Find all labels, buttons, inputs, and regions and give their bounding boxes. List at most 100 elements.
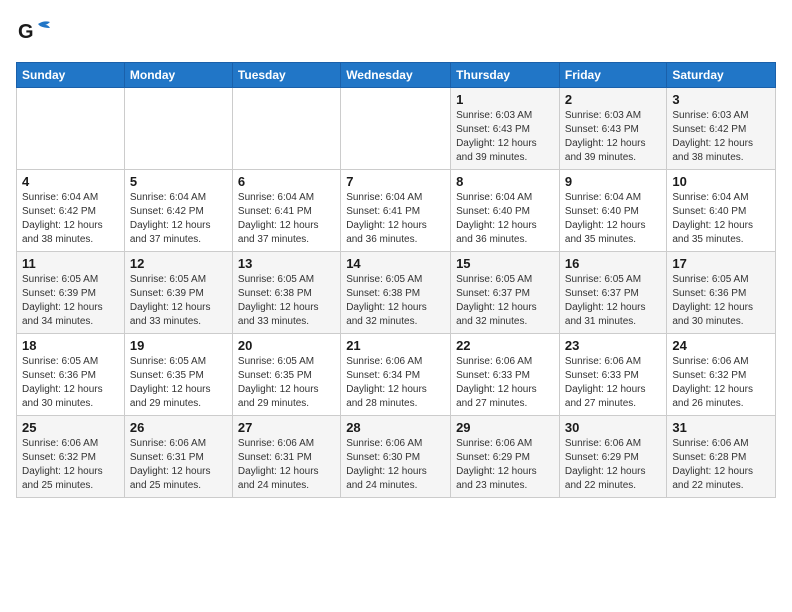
day-info: Sunrise: 6:03 AM Sunset: 6:43 PM Dayligh…	[456, 109, 554, 165]
calendar-cell: 8 Sunrise: 6:04 AM Sunset: 6:40 PM Daylig…	[451, 170, 560, 252]
svg-text:G: G	[18, 21, 34, 43]
calendar-cell: 25Sunrise: 6:06 AM Sunset: 6:32 PM Dayli…	[17, 416, 125, 498]
calendar-week-row: 11 Sunrise: 6:05 AM Sunset: 6:39 PM Dayli…	[17, 252, 776, 334]
calendar-cell: 4 Sunrise: 6:04 AM Sunset: 6:42 PM Daylig…	[17, 170, 125, 252]
day-info: Sunrise: 6:04 AM Sunset: 6:42 PM Dayligh…	[130, 191, 227, 247]
day-number: 13	[238, 256, 335, 271]
day-info: Sunrise: 6:05 AM Sunset: 6:39 PM Dayligh…	[130, 273, 227, 329]
day-info: Sunrise: 6:03 AM Sunset: 6:43 PM Dayligh…	[565, 109, 661, 165]
day-number: 28	[346, 420, 445, 435]
day-info: Sunrise: 6:04 AM Sunset: 6:40 PM Dayligh…	[565, 191, 661, 247]
day-info: Sunrise: 6:05 AM Sunset: 6:39 PM Dayligh…	[22, 273, 119, 329]
calendar-cell: 27Sunrise: 6:06 AM Sunset: 6:31 PM Dayli…	[232, 416, 340, 498]
calendar-cell: 2 Sunrise: 6:03 AM Sunset: 6:43 PM Daylig…	[559, 88, 666, 170]
day-info: Sunrise: 6:05 AM Sunset: 6:38 PM Dayligh…	[346, 273, 445, 329]
weekday-header-tuesday: Tuesday	[232, 63, 340, 88]
calendar-week-row: 18 Sunrise: 6:05 AM Sunset: 6:36 PM Dayli…	[17, 334, 776, 416]
day-info: Sunrise: 6:06 AM Sunset: 6:29 PM Dayligh…	[456, 437, 554, 493]
day-info: Sunrise: 6:04 AM Sunset: 6:40 PM Dayligh…	[672, 191, 770, 247]
calendar-cell: 1 Sunrise: 6:03 AM Sunset: 6:43 PM Daylig…	[451, 88, 560, 170]
calendar-cell: 26 Sunrise: 6:06 AM Sunset: 6:31 PM Dayli…	[124, 416, 232, 498]
day-number: 21	[346, 338, 445, 353]
calendar-cell: 22 Sunrise: 6:06 AM Sunset: 6:33 PM Dayli…	[451, 334, 560, 416]
day-info: Sunrise: 6:05 AM Sunset: 6:37 PM Dayligh…	[456, 273, 554, 329]
calendar-cell	[124, 88, 232, 170]
calendar-cell: 20 Sunrise: 6:05 AM Sunset: 6:35 PM Dayli…	[232, 334, 340, 416]
day-info: Sunrise: 6:04 AM Sunset: 6:41 PM Dayligh…	[238, 191, 335, 247]
day-number: 11	[22, 256, 119, 271]
day-number: 7	[346, 174, 445, 189]
day-info: Sunrise: 6:06 AM Sunset: 6:28 PM Dayligh…	[672, 437, 770, 493]
calendar-cell: 24Sunrise: 6:06 AM Sunset: 6:32 PM Dayli…	[667, 334, 776, 416]
day-number: 26	[130, 420, 227, 435]
calendar-cell: 21 Sunrise: 6:06 AM Sunset: 6:34 PM Dayli…	[341, 334, 451, 416]
calendar-cell: 11 Sunrise: 6:05 AM Sunset: 6:39 PM Dayli…	[17, 252, 125, 334]
day-number: 29	[456, 420, 554, 435]
calendar-cell: 6 Sunrise: 6:04 AM Sunset: 6:41 PM Daylig…	[232, 170, 340, 252]
calendar-cell: 9 Sunrise: 6:04 AM Sunset: 6:40 PM Daylig…	[559, 170, 666, 252]
calendar-cell: 7 Sunrise: 6:04 AM Sunset: 6:41 PM Daylig…	[341, 170, 451, 252]
calendar-cell	[17, 88, 125, 170]
calendar-cell: 28Sunrise: 6:06 AM Sunset: 6:30 PM Dayli…	[341, 416, 451, 498]
calendar-cell: 29 Sunrise: 6:06 AM Sunset: 6:29 PM Dayli…	[451, 416, 560, 498]
calendar-cell: 18 Sunrise: 6:05 AM Sunset: 6:36 PM Dayli…	[17, 334, 125, 416]
day-number: 23	[565, 338, 661, 353]
day-number: 20	[238, 338, 335, 353]
day-number: 2	[565, 92, 661, 107]
day-number: 5	[130, 174, 227, 189]
day-info: Sunrise: 6:06 AM Sunset: 6:34 PM Dayligh…	[346, 355, 445, 411]
calendar-cell: 30Sunrise: 6:06 AM Sunset: 6:29 PM Dayli…	[559, 416, 666, 498]
day-number: 10	[672, 174, 770, 189]
day-number: 27	[238, 420, 335, 435]
weekday-header-sunday: Sunday	[17, 63, 125, 88]
day-number: 15	[456, 256, 554, 271]
calendar-week-row: 25Sunrise: 6:06 AM Sunset: 6:32 PM Dayli…	[17, 416, 776, 498]
day-number: 4	[22, 174, 119, 189]
day-info: Sunrise: 6:06 AM Sunset: 6:31 PM Dayligh…	[130, 437, 227, 493]
calendar-cell	[341, 88, 451, 170]
day-info: Sunrise: 6:04 AM Sunset: 6:42 PM Dayligh…	[22, 191, 119, 247]
day-number: 9	[565, 174, 661, 189]
day-info: Sunrise: 6:06 AM Sunset: 6:32 PM Dayligh…	[672, 355, 770, 411]
day-info: Sunrise: 6:05 AM Sunset: 6:35 PM Dayligh…	[238, 355, 335, 411]
weekday-header-saturday: Saturday	[667, 63, 776, 88]
day-info: Sunrise: 6:03 AM Sunset: 6:42 PM Dayligh…	[672, 109, 770, 165]
day-info: Sunrise: 6:05 AM Sunset: 6:36 PM Dayligh…	[672, 273, 770, 329]
calendar-week-row: 4 Sunrise: 6:04 AM Sunset: 6:42 PM Daylig…	[17, 170, 776, 252]
day-info: Sunrise: 6:04 AM Sunset: 6:40 PM Dayligh…	[456, 191, 554, 247]
day-number: 31	[672, 420, 770, 435]
calendar-cell: 12 Sunrise: 6:05 AM Sunset: 6:39 PM Dayli…	[124, 252, 232, 334]
day-number: 12	[130, 256, 227, 271]
calendar-cell: 3 Sunrise: 6:03 AM Sunset: 6:42 PM Daylig…	[667, 88, 776, 170]
day-number: 18	[22, 338, 119, 353]
day-info: Sunrise: 6:04 AM Sunset: 6:41 PM Dayligh…	[346, 191, 445, 247]
calendar-cell: 10 Sunrise: 6:04 AM Sunset: 6:40 PM Dayli…	[667, 170, 776, 252]
day-info: Sunrise: 6:05 AM Sunset: 6:38 PM Dayligh…	[238, 273, 335, 329]
calendar-table: SundayMondayTuesdayWednesdayThursdayFrid…	[16, 62, 776, 498]
day-info: Sunrise: 6:05 AM Sunset: 6:35 PM Dayligh…	[130, 355, 227, 411]
day-number: 16	[565, 256, 661, 271]
weekday-header-row: SundayMondayTuesdayWednesdayThursdayFrid…	[17, 63, 776, 88]
logo: G	[16, 16, 56, 52]
day-number: 1	[456, 92, 554, 107]
day-info: Sunrise: 6:05 AM Sunset: 6:37 PM Dayligh…	[565, 273, 661, 329]
calendar-cell: 17Sunrise: 6:05 AM Sunset: 6:36 PM Dayli…	[667, 252, 776, 334]
weekday-header-wednesday: Wednesday	[341, 63, 451, 88]
day-number: 19	[130, 338, 227, 353]
day-number: 30	[565, 420, 661, 435]
calendar-cell: 31 Sunrise: 6:06 AM Sunset: 6:28 PM Dayli…	[667, 416, 776, 498]
day-number: 22	[456, 338, 554, 353]
calendar-cell: 23 Sunrise: 6:06 AM Sunset: 6:33 PM Dayli…	[559, 334, 666, 416]
calendar-cell: 13 Sunrise: 6:05 AM Sunset: 6:38 PM Dayli…	[232, 252, 340, 334]
calendar-cell: 14Sunrise: 6:05 AM Sunset: 6:38 PM Dayli…	[341, 252, 451, 334]
day-number: 3	[672, 92, 770, 107]
day-number: 8	[456, 174, 554, 189]
day-info: Sunrise: 6:06 AM Sunset: 6:33 PM Dayligh…	[456, 355, 554, 411]
day-info: Sunrise: 6:05 AM Sunset: 6:36 PM Dayligh…	[22, 355, 119, 411]
calendar-cell	[232, 88, 340, 170]
weekday-header-thursday: Thursday	[451, 63, 560, 88]
calendar-week-row: 1 Sunrise: 6:03 AM Sunset: 6:43 PM Daylig…	[17, 88, 776, 170]
day-number: 6	[238, 174, 335, 189]
calendar-cell: 19 Sunrise: 6:05 AM Sunset: 6:35 PM Dayli…	[124, 334, 232, 416]
day-info: Sunrise: 6:06 AM Sunset: 6:33 PM Dayligh…	[565, 355, 661, 411]
